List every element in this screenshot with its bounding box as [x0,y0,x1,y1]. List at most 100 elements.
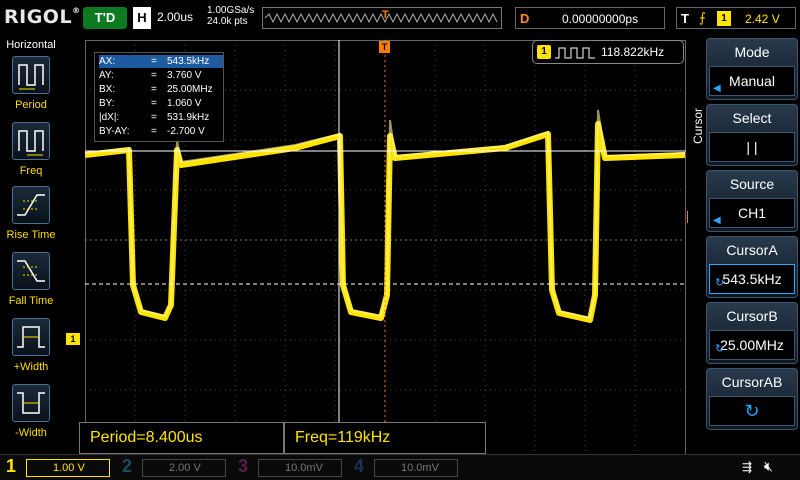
cursor-a-button[interactable]: CursorA ↻ 543.5kHz [706,236,798,298]
acquisition-info: 1.00GSa/s 24.0k pts [207,5,254,27]
measure-fall-time-button[interactable]: Fall Time [0,252,62,314]
readout-label: BY: [99,98,115,109]
measure-rise-time-button[interactable]: Rise Time [0,186,62,248]
measure-pos-width-button[interactable]: +Width [0,318,62,380]
select-title: Select [732,110,772,126]
cursor-readout-box: AX: = 543.5kHz AY: = 3.760 V BX: = 25.00… [94,52,224,142]
triangle-left-icon: ◀ [713,215,721,226]
readout-value: 531.9kHz [167,112,210,123]
period-icon [12,56,50,94]
pos-width-label: +Width [13,361,49,373]
cursor-ab-button[interactable]: CursorAB ↻ [706,368,798,430]
trigger-level-value: 2.42 V [745,12,780,26]
freq-label: Freq [19,165,43,177]
delay-letter: D [520,11,530,26]
readout-eq: = [151,84,157,95]
mode-title: Mode [734,44,770,60]
cursor-ab-knob: ↻ [709,396,795,426]
channel-1-scale: 1.00 V [26,459,110,477]
cursor-readout-row: AX: = 543.5kHz [99,55,223,68]
cursor-a-value-text: 543.5kHz [722,271,782,287]
trigger-channel-badge: 1 [717,11,731,26]
neg-width-icon [12,384,50,422]
cursor-b-value: ↻ 25.00MHz [709,330,795,360]
readout-label: BY-AY: [99,126,130,137]
freq-measurement[interactable]: Freq=119kHz [284,422,486,454]
cursor-readout-row: BY: = 1.060 V [99,97,223,110]
square-wave-icon [555,47,595,59]
left-panel-title: Horizontal [6,39,56,51]
knob-icon: ↻ [715,343,725,355]
channel-status-bar: 1 1.00 V 2 2.00 V 3 10.0mV 4 10.0mV ⇶ 🔇︎ [0,454,800,480]
rising-edge-icon: ⨍ [699,10,706,25]
logo-text: RIGOL [4,6,73,28]
readout-label: BX: [99,84,116,95]
channel-2-scale: 2.00 V [142,459,226,477]
cursor-a-title: CursorA [726,242,778,258]
cursor-a-value: ↻ 543.5kHz [709,264,795,294]
usb-icon: ⇶ [742,460,753,474]
rise-time-icon [12,186,50,224]
horizontal-letter: H [133,7,151,29]
readout-value: -2.700 V [167,126,205,137]
triangle-left-icon: ◀ [713,83,721,94]
cursor-menu-panel: Cursor Mode ◀ Manual Select | | Source ◀ C… [688,36,800,454]
measure-freq-button[interactable]: Freq [0,122,62,184]
cursor-b-title: CursorB [726,308,778,324]
top-status-bar: RIGOL® T'D H 2.00us 1.00GSa/s 24.0k pts … [0,0,800,36]
cursor-select-button[interactable]: Select | | [706,104,798,166]
cursor-ab-title: CursorAB [721,374,783,390]
readout-eq: = [151,56,157,67]
menu-side-label-text: Cursor [691,107,705,144]
rise-time-label: Rise Time [6,229,56,241]
cursor-readout-row: |dX|: = 531.9kHz [99,111,223,124]
readout-value: 25.00MHz [167,84,213,95]
readout-label: |dX|: [99,112,120,123]
mode-value: ◀ Manual [709,66,795,96]
measure-period-button[interactable]: Period [0,56,62,118]
sample-rate: 1.00GSa/s [207,5,255,16]
ch1-offset-marker[interactable]: 1 [66,333,80,345]
timebase-value: 2.00us [157,10,194,24]
speaker-muted-icon[interactable]: 🔇︎ [764,458,773,475]
channel-3-tab[interactable]: 3 10.0mV [232,455,348,480]
measure-neg-width-button[interactable]: -Width [0,384,62,446]
channel-4-tab[interactable]: 4 10.0mV [348,455,464,480]
readout-value: 3.760 V [167,70,202,81]
pos-width-icon [12,318,50,356]
fall-time-label: Fall Time [8,295,54,307]
delay-display[interactable]: D 0.00000000ps [515,7,665,29]
period-measurement[interactable]: Period=8.400us [79,422,284,454]
trigger-letter: T [681,11,689,26]
run-state-badge[interactable]: T'D [83,7,127,29]
channel-4-number: 4 [354,456,365,476]
cursor-mode-button[interactable]: Mode ◀ Manual [706,38,798,100]
trigger-position-marker[interactable]: T [379,41,390,53]
trigger-position-indicator: T [382,9,389,21]
channel-3-number: 3 [238,456,249,476]
readout-value: 543.5kHz [167,56,210,67]
cursor-b-button[interactable]: CursorB ↻ 25.00MHz [706,302,798,364]
counter-value: 118.822kHz [601,45,665,59]
period-label: Period [15,99,47,111]
trigger-display[interactable]: T ⨍ 1 2.42 V [676,7,796,29]
frequency-counter[interactable]: 1 118.822kHz [532,40,684,64]
counter-channel-badge: 1 [537,45,551,59]
menu-side-label: Cursor [688,76,705,156]
mode-value-text: Manual [729,73,775,89]
readout-eq: = [151,70,157,81]
readout-eq: = [151,112,157,123]
channel-2-tab[interactable]: 2 2.00 V [116,455,232,480]
memory-depth: 24.0k pts [207,16,248,27]
channel-2-number: 2 [122,456,133,476]
cursor-readout-row: AY: = 3.760 V [99,69,223,82]
cursor-readout-row: BY-AY: = -2.700 V [99,125,223,138]
readout-value: 1.060 V [167,98,202,109]
channel-1-tab[interactable]: 1 1.00 V [0,455,116,480]
select-value: | | [709,132,795,162]
freq-icon [12,122,50,160]
fall-time-icon [12,252,50,290]
cursor-source-button[interactable]: Source ◀ CH1 [706,170,798,232]
horizontal-measure-panel: Horizontal Period Freq Rise Time Fall Ti… [0,36,62,454]
source-title: Source [729,176,775,192]
